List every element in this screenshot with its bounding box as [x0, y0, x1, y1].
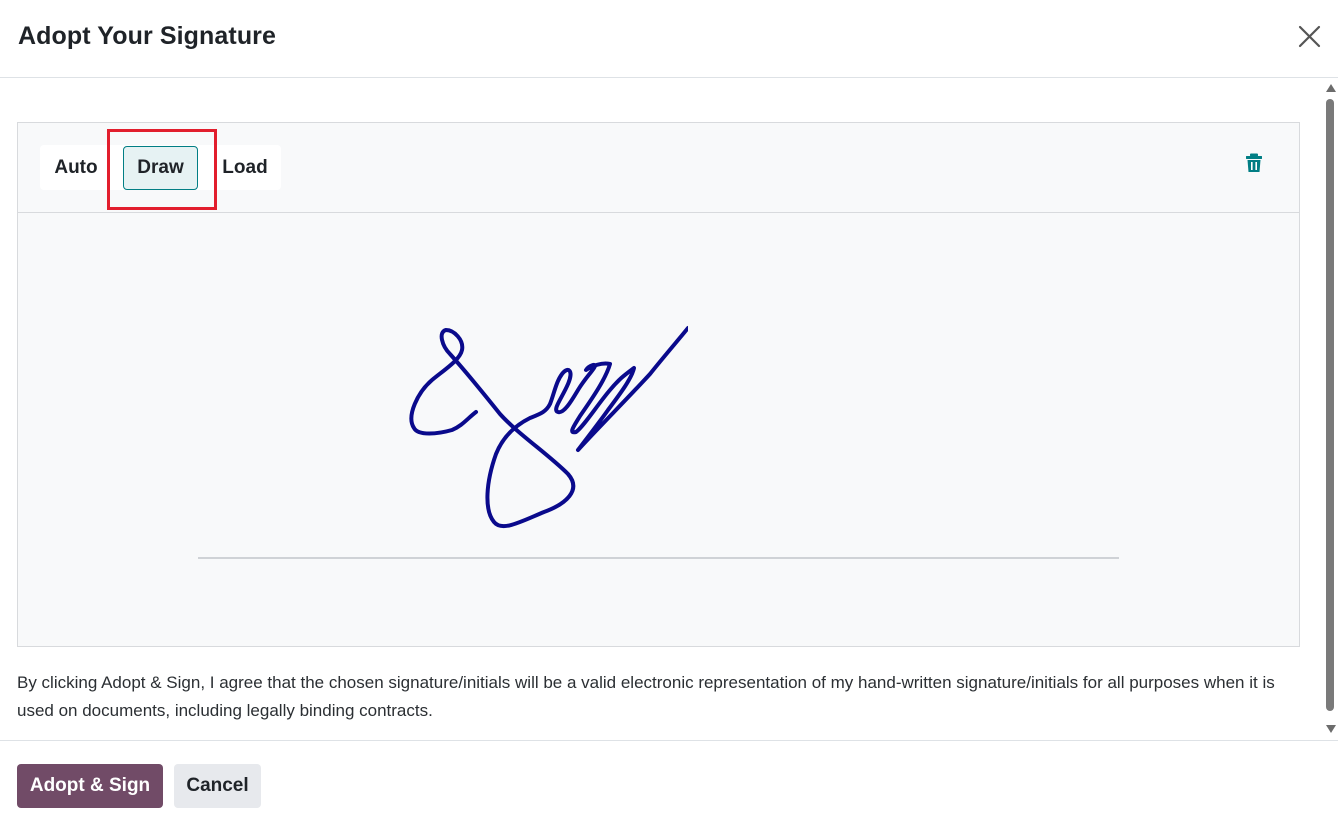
signature-draw-canvas[interactable] — [18, 214, 1299, 646]
scroll-down-arrow-icon[interactable] — [1326, 725, 1336, 733]
mode-auto-button[interactable]: Auto — [40, 145, 112, 190]
signature-dialog: Adopt Your Signature Auto Draw Load By c… — [0, 0, 1338, 823]
cancel-button[interactable]: Cancel — [174, 764, 261, 808]
signature-drawing — [409, 326, 688, 529]
signature-baseline — [198, 557, 1119, 559]
dialog-body: Auto Draw Load By clicking Adopt & Sign,… — [0, 79, 1322, 740]
dialog-header: Adopt Your Signature — [0, 0, 1338, 78]
trash-icon — [1246, 153, 1262, 172]
close-button[interactable] — [1294, 22, 1324, 52]
signature-toolbar: Auto Draw Load — [18, 123, 1299, 213]
dialog-title: Adopt Your Signature — [18, 22, 277, 50]
scroll-thumb[interactable] — [1326, 99, 1334, 711]
dialog-footer: Adopt & Sign Cancel — [0, 740, 1338, 823]
scroll-up-arrow-icon[interactable] — [1326, 84, 1336, 92]
mode-load-button[interactable]: Load — [210, 145, 280, 190]
clear-signature-button[interactable] — [1245, 153, 1263, 173]
signature-panel: Auto Draw Load — [17, 122, 1300, 647]
legal-disclaimer: By clicking Adopt & Sign, I agree that t… — [17, 673, 1275, 720]
vertical-scrollbar[interactable] — [1322, 79, 1338, 740]
close-icon — [1298, 25, 1321, 48]
draw-highlight-box — [107, 129, 217, 210]
adopt-and-sign-button[interactable]: Adopt & Sign — [17, 764, 163, 808]
